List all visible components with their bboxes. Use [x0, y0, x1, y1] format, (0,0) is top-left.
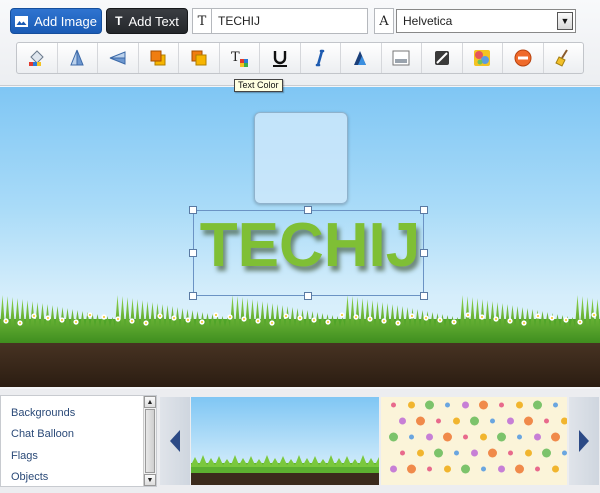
formatting-toolbar: T — [16, 42, 584, 74]
resize-handle[interactable] — [189, 249, 197, 257]
flip-horizontal-button[interactable] — [98, 43, 139, 73]
image-filter-button[interactable] — [463, 43, 503, 73]
selection-box[interactable] — [189, 206, 428, 300]
resize-handle[interactable] — [420, 206, 428, 214]
add-text-button[interactable]: T Add Text — [106, 8, 188, 34]
resize-handle[interactable] — [304, 206, 312, 214]
asset-panel: Backgrounds Chat Balloon Flags Objects ▲… — [0, 389, 600, 493]
scroll-down-icon[interactable]: ▼ — [144, 474, 156, 486]
gallery-prev-button[interactable] — [160, 397, 190, 485]
image-icon — [15, 15, 29, 27]
send-backward-icon — [191, 50, 207, 66]
clear-button[interactable] — [544, 43, 584, 73]
add-image-button[interactable]: Add Image — [10, 8, 102, 34]
resize-handle[interactable] — [304, 292, 312, 300]
font-select-value: Helvetica — [403, 14, 453, 28]
italic-button[interactable] — [301, 43, 341, 73]
resize-handle[interactable] — [189, 206, 197, 214]
arrow-right-icon — [579, 430, 589, 452]
bring-forward-button[interactable] — [139, 43, 179, 73]
category-item-backgrounds[interactable]: Backgrounds — [1, 402, 156, 424]
text-input[interactable] — [212, 8, 368, 34]
no-fill-button[interactable] — [422, 43, 463, 73]
category-item-flags[interactable]: Flags — [1, 445, 156, 467]
text-color-button[interactable]: T — [220, 43, 260, 73]
add-text-label: Add Text — [128, 13, 179, 29]
grass-thumbnail-image — [191, 397, 379, 485]
chevron-down-icon[interactable]: ▼ — [557, 12, 573, 30]
image-placeholder[interactable] — [254, 112, 348, 204]
italic-icon — [315, 49, 325, 67]
delete-icon — [514, 49, 532, 67]
polka-pattern-thumbnail[interactable] — [381, 397, 567, 485]
clear-icon — [555, 49, 569, 67]
font-field-icon: A — [374, 8, 394, 34]
scroll-up-icon[interactable]: ▲ — [144, 396, 156, 408]
svg-text:T: T — [231, 50, 240, 65]
image-frame-button[interactable] — [382, 43, 422, 73]
scroll-thumb[interactable] — [145, 409, 155, 473]
underline-icon — [272, 51, 287, 67]
add-image-label: Add Image — [34, 13, 97, 29]
fill-color-button[interactable] — [17, 43, 58, 73]
send-backward-button[interactable] — [179, 43, 220, 73]
editor-toolbar: Add Image T Add Text T A Helvetica ▼ — [0, 0, 600, 86]
gallery-next-button[interactable] — [569, 397, 599, 485]
arrow-left-icon — [170, 430, 180, 452]
flip-vertical-icon — [70, 49, 84, 66]
delete-button[interactable] — [503, 43, 544, 73]
font-select[interactable]: Helvetica ▼ — [396, 9, 576, 33]
flip-vertical-button[interactable] — [58, 43, 98, 73]
fill-color-icon — [28, 50, 44, 66]
design-canvas[interactable]: TECHIJ — [0, 87, 600, 387]
resize-handle[interactable] — [420, 249, 428, 257]
resize-handle[interactable] — [420, 292, 428, 300]
category-item-chat-balloon[interactable]: Chat Balloon — [1, 424, 156, 446]
text-shadow-button[interactable] — [341, 43, 382, 73]
flip-horizontal-icon — [109, 51, 126, 65]
category-scrollbar[interactable]: ▲ ▼ — [143, 396, 156, 486]
text-shadow-icon — [353, 51, 366, 65]
no-fill-icon — [434, 51, 449, 65]
resize-handle[interactable] — [189, 292, 197, 300]
bring-forward-icon — [150, 50, 166, 66]
text-field-icon: T — [192, 8, 212, 34]
category-item-objects[interactable]: Objects — [1, 467, 156, 487]
text-icon: T — [115, 14, 123, 28]
text-color-tooltip: Text Color — [234, 79, 283, 92]
underline-button[interactable] — [260, 43, 301, 73]
pattern-thumbnail-image — [381, 397, 567, 485]
grass-sky-thumbnail[interactable] — [191, 397, 379, 485]
category-list: Backgrounds Chat Balloon Flags Objects ▲… — [0, 395, 157, 487]
text-color-icon: T — [231, 50, 249, 67]
image-filter-icon — [474, 50, 491, 66]
image-frame-icon — [392, 50, 410, 66]
